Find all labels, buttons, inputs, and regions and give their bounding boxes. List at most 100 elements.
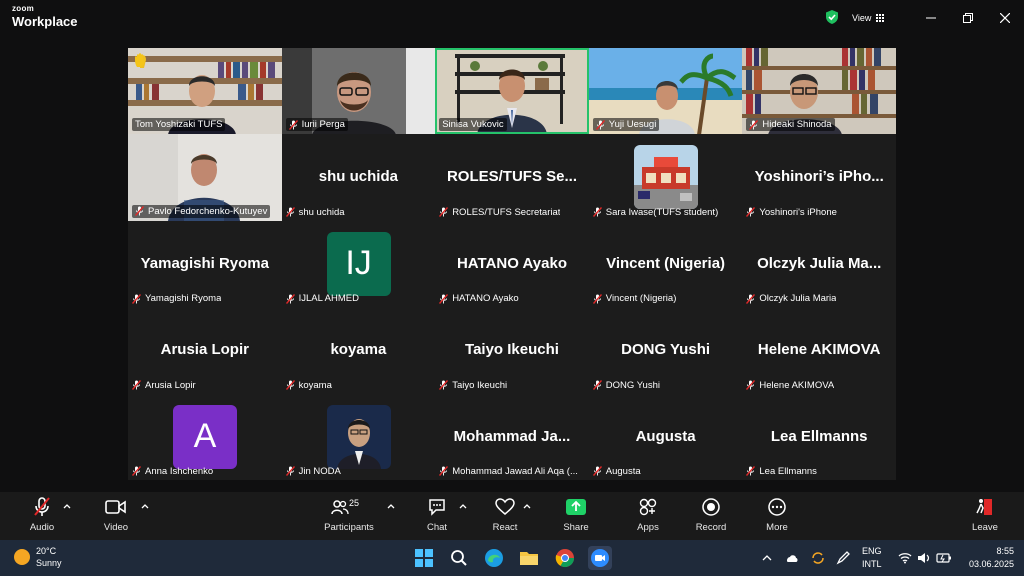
participant-name-label: Mohammad Jawad Ali Aqa (... [439,466,578,477]
participant-name-label: Taiyo Ikeuchi [439,380,507,391]
participant-name: Vincent (Nigeria) [605,293,677,305]
muted-mic-icon [592,466,602,477]
participants-icon [331,500,349,515]
leave-door-icon [976,499,992,515]
close-button[interactable] [996,9,1014,27]
chat-options-chevron-icon[interactable] [458,502,468,510]
participant-tile[interactable]: Jin NODA [281,393,436,480]
grid-view-icon [876,14,885,22]
participant-tile[interactable]: Yuji Uesugi [588,48,743,135]
participant-tile[interactable]: koyama koyama [281,307,436,394]
participant-name: Helene AKIMOVA [759,379,835,391]
participant-display-name: shu uchida [318,168,398,186]
muted-mic-icon [439,207,449,218]
pen-icon[interactable] [836,551,852,565]
video-options-chevron-icon[interactable] [140,502,150,510]
speaker-icon[interactable] [917,552,931,564]
participant-tile[interactable]: Vincent (Nigeria) Vincent (Nigeria) [588,220,743,308]
camera-icon [105,500,126,514]
participant-tile[interactable]: Lea Ellmanns Lea Ellmanns [742,393,896,480]
onedrive-cloud-icon[interactable] [785,552,799,564]
participant-name-label: Tom Yoshizaki TUFS [132,118,226,132]
participant-tile[interactable]: Taiyo Ikeuchi Taiyo Ikeuchi [435,307,589,394]
participant-display-name: Yoshinori’s iPho... [754,168,884,186]
participant-name: Olczyk Julia Maria [759,293,837,305]
participant-display-name: Yamagishi Ryoma [140,254,269,272]
more-button[interactable]: More [747,496,807,533]
participant-tile[interactable]: Olczyk Julia Ma... Olczyk Julia Maria [742,220,896,308]
participant-tile[interactable]: Hideaki Shinoda [742,48,896,135]
start-button[interactable] [412,546,436,570]
participant-tile[interactable]: ROLES/TUFS Se... ROLES/TUFS Secretariat [435,134,589,221]
restore-button[interactable] [959,9,977,27]
minimize-button[interactable] [922,9,940,27]
zoom-app-icon [591,549,609,567]
participant-name-label: Iurii Perga [285,118,348,132]
language-indicator[interactable]: ENG INTL [862,545,882,571]
participant-tile[interactable]: Yoshinori’s iPho... Yoshinori's iPhone [742,134,896,221]
muted-mic-icon [746,380,756,391]
react-options-chevron-icon[interactable] [522,502,532,510]
view-button[interactable]: View [852,9,885,27]
muted-mic-icon [132,466,141,477]
sync-icon[interactable] [810,551,826,565]
participants-button[interactable]: 25 Participants [318,496,380,533]
participant-tile[interactable]: Augusta Augusta [588,393,743,480]
participant-name-label: Lea Ellmanns [746,466,817,477]
participant-tile[interactable]: Helene AKIMOVA Helene AKIMOVA [742,307,896,394]
participant-tile[interactable]: Yamagishi Ryoma Yamagishi Ryoma [128,220,282,308]
participant-tile[interactable]: HATANO Ayako HATANO Ayako [435,220,589,308]
chat-icon [429,499,445,516]
windows-taskbar: 20°C Sunny ENG INTL 8:55 03.06.2025 [0,540,1024,576]
participant-name-label: koyama [285,380,332,391]
participant-tile[interactable]: Mohammad Ja... Mohammad Jawad Ali Aqa (..… [435,393,589,480]
edge-browser-button[interactable] [482,546,506,570]
share-button[interactable]: Share [546,496,606,533]
muted-mic-icon [592,293,602,304]
participant-tile[interactable]: A Anna Ishchenko [128,393,282,480]
system-clock[interactable]: 8:55 03.06.2025 [962,545,1014,571]
record-button[interactable]: Record [681,496,741,533]
participant-tile[interactable]: Iurii Perga [281,48,436,135]
security-shield-icon[interactable] [824,9,840,25]
participant-profile-photo [633,145,698,210]
participant-name: Yoshinori's iPhone [759,206,837,218]
participant-profile-photo [326,404,391,469]
participant-tile[interactable]: Arusia Lopir Arusia Lopir [128,307,282,394]
keyboard-layout: INTL [862,559,882,569]
participant-tile[interactable]: IJ IJLAL AHMED [281,220,436,308]
leave-button[interactable]: Leave [955,496,1015,533]
participant-name: Mohammad Jawad Ali Aqa (... [452,465,578,477]
wifi-icon[interactable] [898,552,912,564]
participant-tile[interactable]: Tom Yoshizaki TUFS [128,48,282,135]
chat-label: Chat [426,522,448,533]
participant-display-name: HATANO Ayako [456,254,567,272]
participant-name-label: Yoshinori's iPhone [746,207,837,218]
search-button[interactable] [447,546,471,570]
edge-icon [485,549,503,567]
clock-time: 8:55 [996,546,1014,556]
participant-name-label: ROLES/TUFS Secretariat [439,207,560,218]
video-button[interactable]: Video [86,496,146,533]
file-explorer-button[interactable] [517,546,541,570]
weather-widget[interactable]: 20°C Sunny [14,545,62,569]
zoom-app-button[interactable] [588,546,612,570]
audio-options-chevron-icon[interactable] [62,502,72,510]
battery-icon[interactable] [936,552,952,564]
participant-tile[interactable]: DONG Yushi DONG Yushi [588,307,743,394]
participants-options-chevron-icon[interactable] [386,502,396,510]
apps-button[interactable]: Apps [618,496,678,533]
participant-tile[interactable]: shu uchida shu uchida [281,134,436,221]
view-label: View [852,13,872,23]
participant-name: Sara Iwase(TUFS student) [605,206,719,218]
participant-tile[interactable]: Sara Iwase(TUFS student) [588,134,743,221]
participant-tile[interactable]: Sinisa Vukovic [435,48,589,135]
participant-name-label: Pavlo Fedorchenko-Kutuyev [132,204,271,218]
tray-expand-chevron-icon[interactable] [762,554,772,562]
chrome-button[interactable] [553,546,577,570]
participant-tile[interactable]: Pavlo Fedorchenko-Kutuyev [128,134,282,221]
participant-display-name: Arusia Lopir [160,341,249,359]
muted-mic-icon [285,466,295,477]
windows-logo-icon [415,549,433,567]
clock-date: 03.06.2025 [968,559,1014,569]
